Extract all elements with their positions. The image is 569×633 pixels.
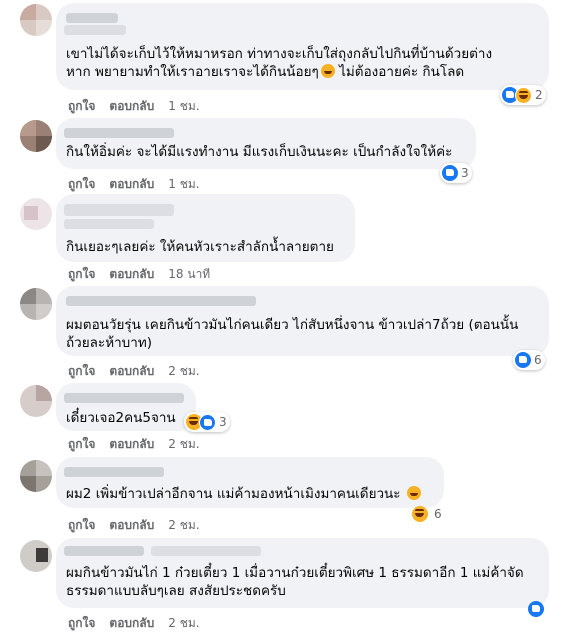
commenter-name[interactable] (66, 296, 256, 306)
commenter-name[interactable] (151, 546, 261, 556)
reaction-summary[interactable]: 6 (410, 504, 445, 524)
comment-bubble: ผมกินข้าวมันไก่ 1 ก๋วยเตี๋ยว 1 เมื่อวานก… (56, 538, 549, 608)
reply-button[interactable]: ตอบกลับ (109, 616, 154, 630)
commenter-name[interactable] (64, 128, 174, 138)
haha-icon (412, 506, 428, 522)
like-button[interactable]: ถูกใจ (68, 437, 95, 451)
comment-timestamp[interactable]: 2 ชม. (168, 518, 199, 532)
laughing-emoji-icon (320, 64, 335, 78)
comment-actions: ถูกใจ ตอบกลับ 2 ชม. (68, 516, 200, 535)
comment: ผมกินข้าวมันไก่ 1 ก๋วยเตี๋ยว 1 เมื่อวานก… (0, 536, 569, 631)
like-icon (515, 352, 531, 368)
comment-actions: ถูกใจ ตอบกลับ 2 ชม. (68, 614, 200, 633)
comment-actions: ถูกใจ ตอบกลับ 2 ชม. (68, 435, 200, 454)
comment: ผมตอนวัยรุ่น เคยกินข้าวมันไก่คนเดียว ไก่… (0, 284, 569, 380)
commenter-name[interactable] (64, 546, 144, 556)
comment-bubble: กินให้อิ่มค่ะ จะได้มีแรงทำงาน มีแรงเก็บเ… (56, 118, 476, 169)
reaction-count: 2 (535, 88, 543, 102)
commenter-name[interactable] (64, 219, 154, 229)
like-icon (199, 413, 216, 431)
like-button[interactable]: ถูกใจ (68, 267, 95, 281)
like-button[interactable]: ถูกใจ (68, 99, 95, 113)
comment-timestamp[interactable]: 18 นาที (168, 267, 210, 281)
commenter-name[interactable] (66, 13, 118, 23)
comment: ผม2 เพิ่มข้าวเปล่าอีกจาน แม่ค้ามองหน้าเม… (0, 454, 569, 536)
comment-text: กินให้อิ่มค่ะ จะได้มีแรงทำงาน มีแรงเก็บเ… (66, 144, 453, 160)
like-button[interactable]: ถูกใจ (68, 177, 95, 191)
commenter-name[interactable] (64, 393, 184, 403)
comment-text: กินเยอะๆเลยค่ะ ให้คนหัวเราะสำลักน้ำลายตา… (66, 239, 334, 255)
comment-actions: ถูกใจ ตอบกลับ 1 ชม. (68, 175, 200, 194)
haha-icon (515, 86, 532, 104)
commenter-name[interactable] (64, 204, 174, 216)
like-button[interactable]: ถูกใจ (68, 364, 95, 378)
reaction-summary[interactable] (526, 599, 547, 619)
comment: เดี๋ยวเจอ2คน5จาน 3 ถูกใจ ตอบกลับ 2 ชม. (0, 380, 569, 454)
reaction-summary[interactable]: 2 (500, 85, 546, 105)
like-button[interactable]: ถูกใจ (68, 616, 95, 630)
commenter-name[interactable] (64, 25, 126, 35)
like-icon (442, 165, 458, 181)
commenter-name[interactable] (64, 467, 164, 477)
avatar[interactable] (20, 4, 52, 36)
comment-timestamp[interactable]: 2 ชม. (168, 616, 199, 630)
comment-text: ผมกินข้าวมันไก่ 1 ก๋วยเตี๋ยว 1 เมื่อวานก… (66, 565, 524, 599)
reply-button[interactable]: ตอบกลับ (109, 177, 154, 191)
avatar[interactable] (20, 540, 52, 572)
avatar[interactable] (20, 288, 52, 320)
comment-bubble: ผม2 เพิ่มข้าวเปล่าอีกจาน แม่ค้ามองหน้าเม… (56, 457, 444, 508)
comment-bubble: เขาไม่ได้จะเก็บไว้ให้หมาหรอก ท่าทางจะเก็… (56, 3, 549, 90)
comment-bubble: ผมตอนวัยรุ่น เคยกินข้าวมันไก่คนเดียว ไก่… (56, 286, 549, 356)
avatar[interactable] (20, 120, 52, 152)
reaction-summary[interactable]: 3 (184, 412, 230, 432)
comment-actions: ถูกใจ ตอบกลับ 1 ชม. (68, 97, 200, 116)
comment-text: เขาไม่ได้จะเก็บไว้ให้หมาหรอก ท่าทางจะเก็… (66, 46, 493, 80)
comment-bubble: เดี๋ยวเจอ2คน5จาน (56, 383, 196, 431)
reply-button[interactable]: ตอบกลับ (109, 518, 154, 532)
reply-button[interactable]: ตอบกลับ (109, 267, 154, 281)
comment: เขาไม่ได้จะเก็บไว้ให้หมาหรอก ท่าทางจะเก็… (0, 0, 569, 115)
reply-button[interactable]: ตอบกลับ (109, 99, 154, 113)
like-icon (528, 601, 544, 617)
comment-timestamp[interactable]: 1 ชม. (168, 177, 199, 191)
comment-actions: ถูกใจ ตอบกลับ 18 นาที (68, 265, 210, 284)
comment-actions: ถูกใจ ตอบกลับ 2 ชม. (68, 362, 200, 381)
comment-bubble: กินเยอะๆเลยค่ะ ให้คนหัวเราะสำลักน้ำลายตา… (56, 194, 355, 262)
reaction-summary[interactable]: 3 (440, 163, 472, 183)
comment-text: ผม2 เพิ่มข้าวเปล่าอีกจาน แม่ค้ามองหน้าเม… (66, 485, 441, 503)
reaction-count: 6 (534, 353, 542, 367)
comment: กินให้อิ่มค่ะ จะได้มีแรงทำงาน มีแรงเก็บเ… (0, 115, 569, 195)
avatar[interactable] (20, 460, 52, 492)
reaction-count: 3 (219, 415, 227, 429)
comment-timestamp[interactable]: 2 ชม. (168, 364, 199, 378)
comment: กินเยอะๆเลยค่ะ ให้คนหัวเราะสำลักน้ำลายตา… (0, 193, 569, 285)
comment-text: เดี๋ยวเจอ2คน5จาน (66, 410, 176, 426)
laughing-emoji-icon (406, 486, 421, 500)
comment-timestamp[interactable]: 1 ชม. (168, 99, 199, 113)
reply-button[interactable]: ตอบกลับ (109, 437, 154, 451)
avatar[interactable] (20, 198, 52, 230)
reaction-count: 3 (461, 166, 469, 180)
reaction-count: 6 (434, 507, 442, 521)
avatar[interactable] (20, 385, 52, 417)
comment-text: ผมตอนวัยรุ่น เคยกินข้าวมันไก่คนเดียว ไก่… (66, 317, 519, 351)
comment-timestamp[interactable]: 2 ชม. (168, 437, 199, 451)
like-button[interactable]: ถูกใจ (68, 518, 95, 532)
reply-button[interactable]: ตอบกลับ (109, 364, 154, 378)
reaction-summary[interactable]: 6 (513, 350, 545, 370)
